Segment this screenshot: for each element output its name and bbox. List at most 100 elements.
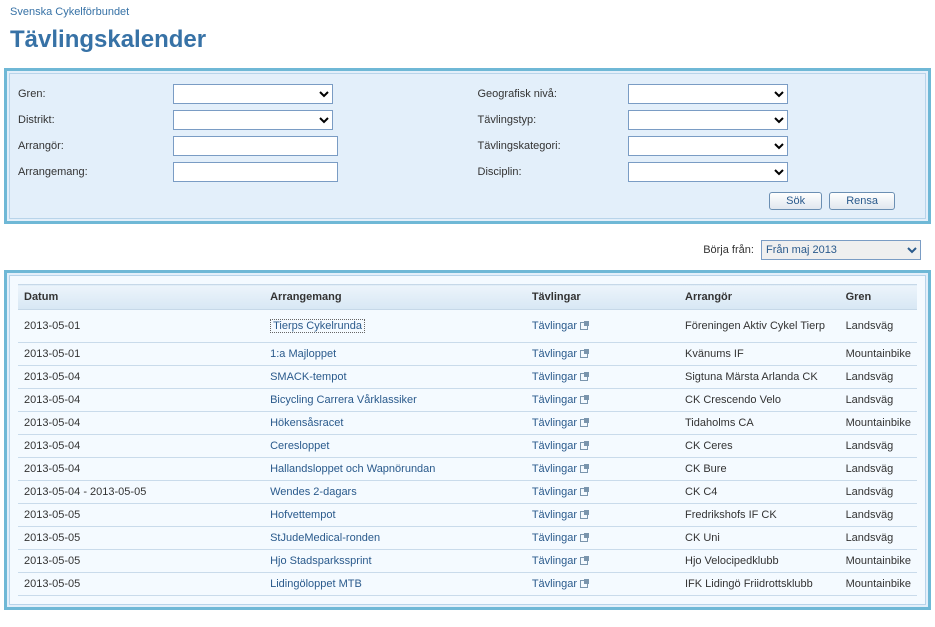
popup-icon bbox=[580, 465, 588, 473]
popup-icon bbox=[580, 488, 588, 496]
cell-tavlingar: Tävlingar bbox=[526, 550, 679, 573]
arrangemang-link[interactable]: Tierps Cykelrunda bbox=[270, 319, 365, 333]
arrangemang-link[interactable]: 1:a Majloppet bbox=[270, 348, 336, 360]
table-row: 2013-05-04 Bicycling Carrera Vårklassiker… bbox=[18, 389, 917, 412]
cell-gren: Mountainbike bbox=[840, 573, 917, 596]
table-row: 2013-05-04 - 2013-05-05 Wendes 2-dagars Tä… bbox=[18, 481, 917, 504]
arrangemang-link[interactable]: StJudeMedical-ronden bbox=[270, 532, 380, 544]
cell-arrangemang: Hökensåsracet bbox=[264, 412, 526, 435]
gren-select[interactable] bbox=[173, 84, 333, 104]
cell-arrangemang: Tierps Cykelrunda bbox=[264, 310, 526, 343]
cell-gren: Landsväg bbox=[840, 504, 917, 527]
tavlingar-link[interactable]: Tävlingar bbox=[532, 509, 577, 521]
disciplin-select[interactable] bbox=[628, 162, 788, 182]
table-row: 2013-05-05 Hofvettempot Tävlingar Fredriksh… bbox=[18, 504, 917, 527]
popup-icon bbox=[580, 322, 588, 330]
popup-icon bbox=[580, 373, 588, 381]
cell-arrangor: IFK Lidingö Friidrottsklubb bbox=[679, 573, 840, 596]
popup-icon bbox=[580, 511, 588, 519]
tavlingar-link[interactable]: Tävlingar bbox=[532, 578, 577, 590]
cell-arrangemang: 1:a Majloppet bbox=[264, 343, 526, 366]
arrangor-input[interactable] bbox=[173, 136, 338, 156]
disciplin-label: Disciplin: bbox=[478, 166, 628, 178]
tavlingar-link[interactable]: Tävlingar bbox=[532, 463, 577, 475]
cell-datum: 2013-05-05 bbox=[18, 527, 264, 550]
cell-tavlingar: Tävlingar bbox=[526, 435, 679, 458]
start-from-select[interactable]: Från maj 2013 bbox=[761, 240, 921, 260]
results-table: Datum Arrangemang Tävlingar Arrangör Gre… bbox=[18, 284, 917, 596]
arrangemang-link[interactable]: Wendes 2-dagars bbox=[270, 486, 357, 498]
popup-icon bbox=[580, 419, 588, 427]
tavlingar-link[interactable]: Tävlingar bbox=[532, 394, 577, 406]
table-row: 2013-05-01 Tierps Cykelrunda Tävlingar Före… bbox=[18, 310, 917, 343]
arrangemang-link[interactable]: Hökensåsracet bbox=[270, 417, 343, 429]
table-row: 2013-05-04 Hökensåsracet Tävlingar Tidaholm… bbox=[18, 412, 917, 435]
tavlingstyp-select[interactable] bbox=[628, 110, 788, 130]
cell-datum: 2013-05-01 bbox=[18, 343, 264, 366]
table-row: 2013-05-04 Hallandsloppet och Wapnörundan… bbox=[18, 458, 917, 481]
cell-tavlingar: Tävlingar bbox=[526, 573, 679, 596]
cell-arrangemang: StJudeMedical-ronden bbox=[264, 527, 526, 550]
tavlingar-link[interactable]: Tävlingar bbox=[532, 348, 577, 360]
search-button[interactable]: Sök bbox=[769, 192, 822, 210]
tavlingar-link[interactable]: Tävlingar bbox=[532, 486, 577, 498]
tavlingar-link[interactable]: Tävlingar bbox=[532, 417, 577, 429]
cell-arrangemang: Ceresloppet bbox=[264, 435, 526, 458]
cell-gren: Landsväg bbox=[840, 435, 917, 458]
cell-datum: 2013-05-04 bbox=[18, 412, 264, 435]
page-title: Tävlingskalender bbox=[0, 20, 935, 68]
arrangemang-link[interactable]: Hofvettempot bbox=[270, 509, 335, 521]
table-row: 2013-05-05Lidingöloppet MTBTävlingarIFK … bbox=[18, 573, 917, 596]
tavlingar-link[interactable]: Tävlingar bbox=[532, 532, 577, 544]
tavlingskategori-select[interactable] bbox=[628, 136, 788, 156]
cell-arrangor: Föreningen Aktiv Cykel Tierp bbox=[679, 310, 840, 343]
arrangemang-link[interactable]: SMACK-tempot bbox=[270, 371, 346, 383]
arrangemang-link[interactable]: Lidingöloppet MTB bbox=[270, 578, 362, 590]
start-from-label: Börja från: bbox=[703, 244, 754, 256]
table-row: 2013-05-05Hjo StadsparkssprintTävlingarH… bbox=[18, 550, 917, 573]
popup-icon bbox=[580, 580, 588, 588]
arrangemang-input[interactable] bbox=[173, 162, 338, 182]
cell-datum: 2013-05-05 bbox=[18, 504, 264, 527]
arrangemang-label: Arrangemang: bbox=[18, 166, 173, 178]
cell-tavlingar: Tävlingar bbox=[526, 527, 679, 550]
cell-tavlingar: Tävlingar bbox=[526, 458, 679, 481]
cell-arrangemang: Bicycling Carrera Vårklassiker bbox=[264, 389, 526, 412]
cell-arrangor: CK Ceres bbox=[679, 435, 840, 458]
cell-datum: 2013-05-04 - 2013-05-05 bbox=[18, 481, 264, 504]
table-row: 2013-05-05 StJudeMedical-ronden Tävlingar C… bbox=[18, 527, 917, 550]
cell-arrangor: CK Crescendo Velo bbox=[679, 389, 840, 412]
geografisk-select[interactable] bbox=[628, 84, 788, 104]
arrangemang-link[interactable]: Hallandsloppet och Wapnörundan bbox=[270, 463, 435, 475]
cell-datum: 2013-05-05 bbox=[18, 550, 264, 573]
org-link[interactable]: Svenska Cykelförbundet bbox=[0, 0, 935, 20]
popup-icon bbox=[580, 557, 588, 565]
cell-arrangemang: Hallandsloppet och Wapnörundan bbox=[264, 458, 526, 481]
cell-datum: 2013-05-01 bbox=[18, 310, 264, 343]
cell-gren: Mountainbike bbox=[840, 550, 917, 573]
cell-arrangor: CK C4 bbox=[679, 481, 840, 504]
distrikt-select[interactable] bbox=[173, 110, 333, 130]
cell-tavlingar: Tävlingar bbox=[526, 366, 679, 389]
arrangemang-link[interactable]: Ceresloppet bbox=[270, 440, 329, 452]
arrangemang-link[interactable]: Bicycling Carrera Vårklassiker bbox=[270, 394, 417, 406]
cell-arrangemang: Wendes 2-dagars bbox=[264, 481, 526, 504]
tavlingar-link[interactable]: Tävlingar bbox=[532, 555, 577, 567]
results-panel: Datum Arrangemang Tävlingar Arrangör Gre… bbox=[4, 270, 931, 610]
cell-datum: 2013-05-04 bbox=[18, 458, 264, 481]
gren-label: Gren: bbox=[18, 88, 173, 100]
popup-icon bbox=[580, 442, 588, 450]
distrikt-label: Distrikt: bbox=[18, 114, 173, 126]
cell-arrangor: CK Uni bbox=[679, 527, 840, 550]
tavlingar-link[interactable]: Tävlingar bbox=[532, 320, 577, 332]
tavlingar-link[interactable]: Tävlingar bbox=[532, 440, 577, 452]
clear-button[interactable]: Rensa bbox=[829, 192, 895, 210]
arrangemang-link[interactable]: Hjo Stadsparkssprint bbox=[270, 555, 372, 567]
col-header-arrangemang: Arrangemang bbox=[264, 285, 526, 310]
cell-arrangor: Tidaholms CA bbox=[679, 412, 840, 435]
cell-arrangor: Fredrikshofs IF CK bbox=[679, 504, 840, 527]
tavlingar-link[interactable]: Tävlingar bbox=[532, 371, 577, 383]
cell-gren: Landsväg bbox=[840, 366, 917, 389]
cell-datum: 2013-05-04 bbox=[18, 389, 264, 412]
col-header-datum: Datum bbox=[18, 285, 264, 310]
